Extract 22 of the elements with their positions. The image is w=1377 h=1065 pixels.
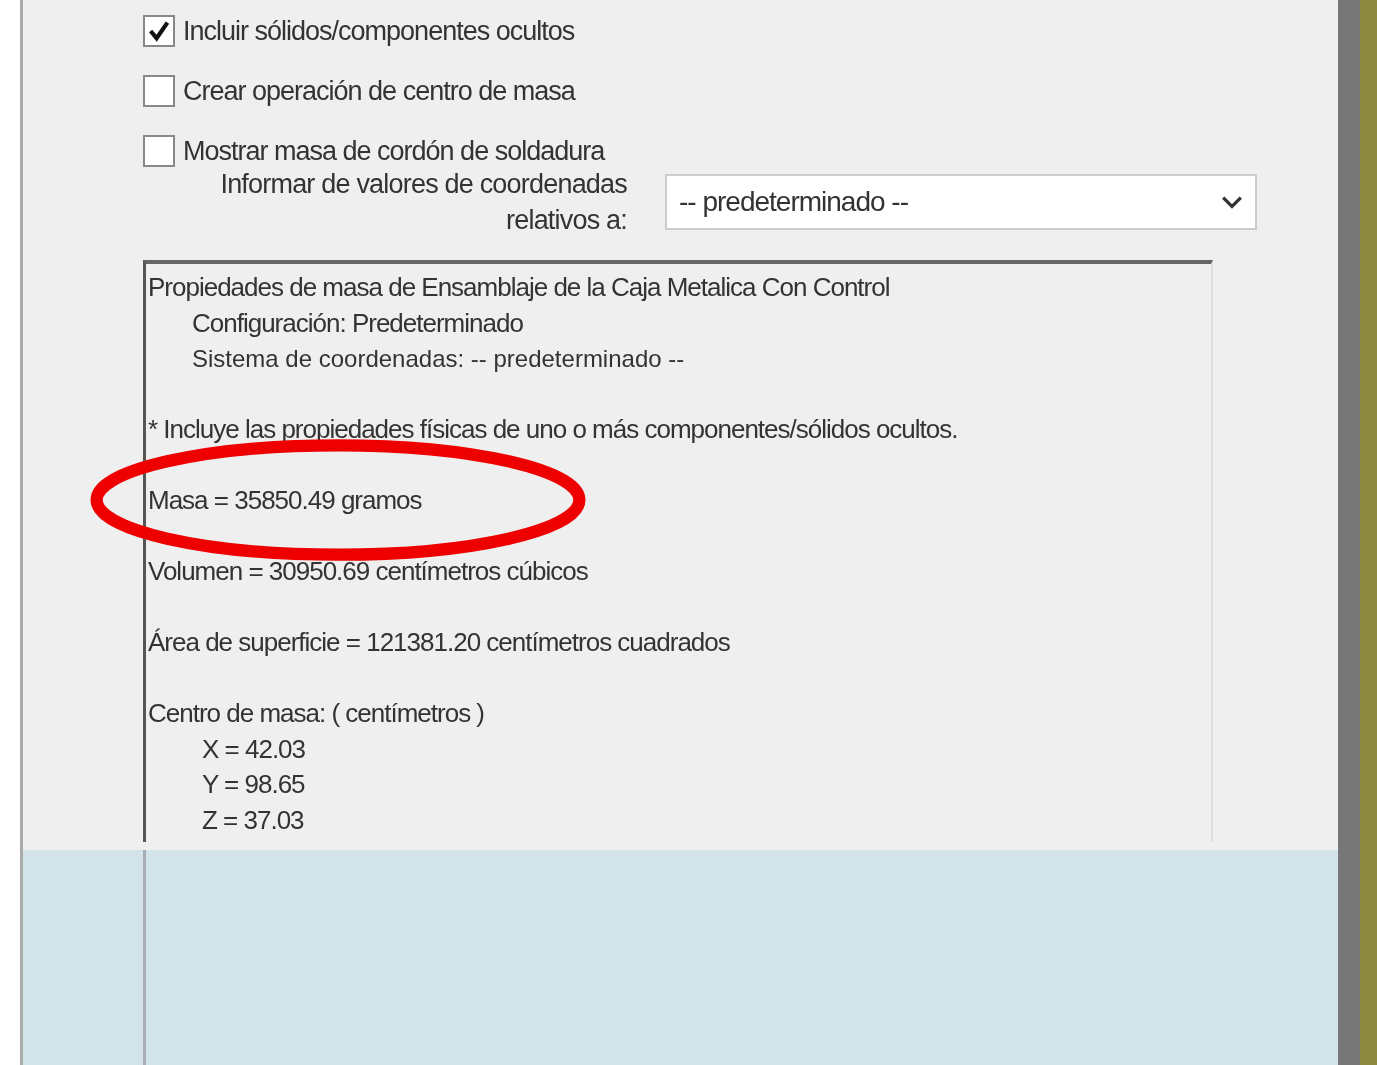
report-note: * Incluye las propiedades físicas de uno o más componentes/sólidos ocultos. (148, 413, 959, 446)
chevron-down-icon (1221, 195, 1243, 209)
report-line: X = 42.03 (201, 732, 307, 766)
checkbox-label: Crear operación de centro de masa (183, 75, 575, 107)
report-line: Centro de masa: ( centímetros ) (148, 697, 486, 730)
checkbox-label: Mostrar masa de cordón de soldadura (183, 135, 605, 167)
checkbox-label: Incluir sólidos/componentes ocultos (183, 15, 575, 47)
report-line: Volumen = 30950.69 centímetros cúbicos (148, 555, 589, 588)
checkbox[interactable] (143, 135, 175, 167)
report-line: Y = 98.65 (201, 768, 306, 801)
report-line: Sistema de coordenadas: -- predeterminado -- (191, 344, 686, 374)
report-line: Z = 37.03 (201, 803, 305, 837)
report-title: Propiedades de masa de Ensamblaje de la Caja Metalica Con Control (148, 271, 891, 304)
field-label: relativos a: (506, 204, 627, 237)
coordinate-dropdown[interactable]: -- predeterminado -- (665, 174, 1257, 230)
report-line: Área de superficie = 121381.20 centímetros cuadrados (148, 626, 731, 659)
field-label: Informar de valores de coordenadas (220, 168, 627, 201)
checkbox[interactable] (143, 75, 175, 107)
report-line: Masa = 35850.49 gramos (148, 484, 423, 517)
checkmark-icon (147, 19, 171, 43)
report-line: Configuración: Predeterminado (191, 306, 524, 340)
checkbox[interactable] (143, 15, 175, 47)
